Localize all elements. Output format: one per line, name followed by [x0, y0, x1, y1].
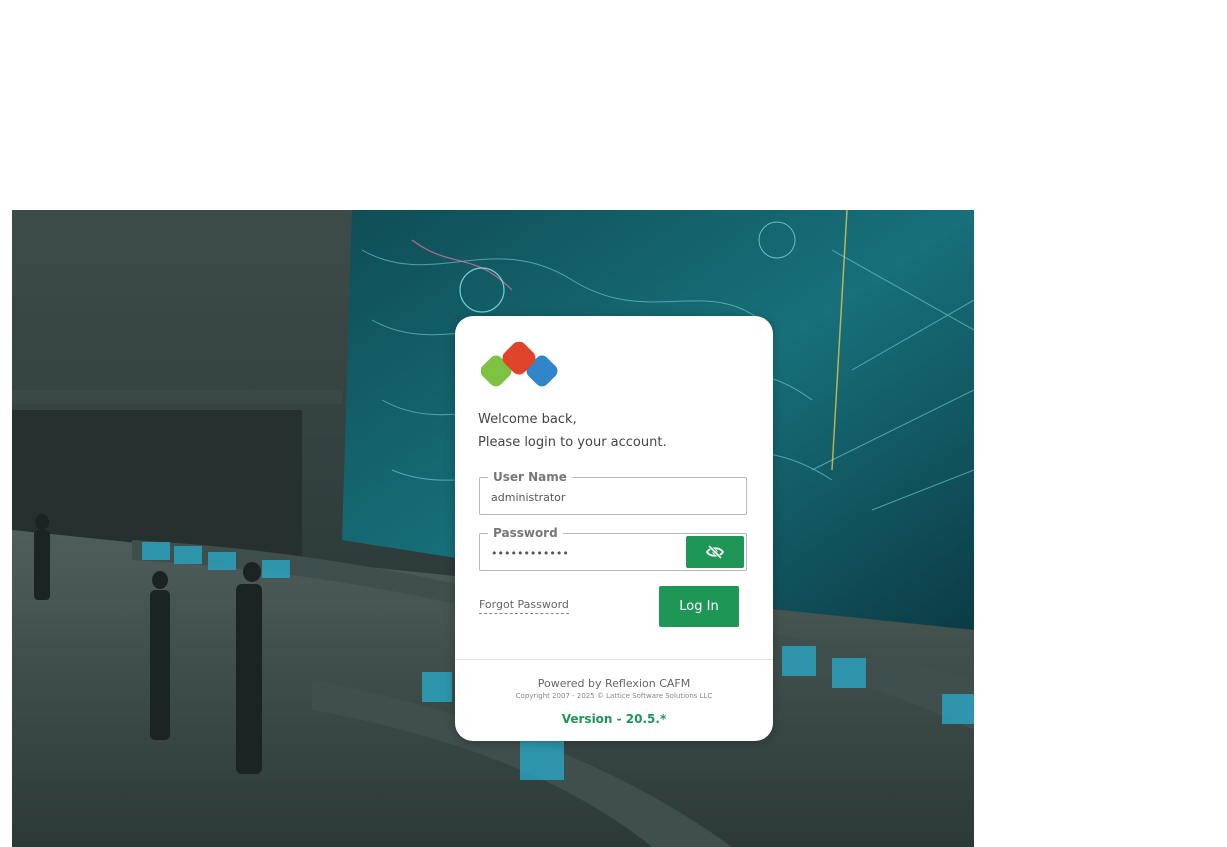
- login-button[interactable]: Log In: [659, 586, 739, 627]
- username-field: User Name: [479, 469, 747, 515]
- powered-by-text: Powered by Reflexion CAFM: [537, 677, 691, 690]
- eye-slash-icon: [706, 545, 724, 559]
- logo-icon: [480, 341, 558, 387]
- password-input[interactable]: [491, 543, 681, 563]
- forgot-password-link[interactable]: Forgot Password: [479, 598, 569, 614]
- username-input[interactable]: [491, 487, 681, 507]
- welcome-line-1: Welcome back,: [478, 412, 577, 427]
- app-logo: [480, 341, 561, 390]
- username-label: User Name: [488, 469, 572, 485]
- password-label: Password: [488, 525, 563, 541]
- welcome-line-2: Please login to your account.: [478, 435, 667, 450]
- toggle-password-visibility-button[interactable]: [686, 536, 744, 568]
- password-field: Password: [479, 525, 747, 571]
- copyright-text: Copyright 2007 - 2025 © Lattice Software…: [515, 692, 713, 700]
- card-divider: [455, 659, 773, 660]
- login-card: Welcome back, Please login to your accou…: [455, 316, 773, 741]
- welcome-message: Welcome back, Please login to your accou…: [478, 408, 667, 454]
- login-page: Welcome back, Please login to your accou…: [0, 0, 1227, 847]
- version-text: Version - 20.5.*: [561, 712, 667, 726]
